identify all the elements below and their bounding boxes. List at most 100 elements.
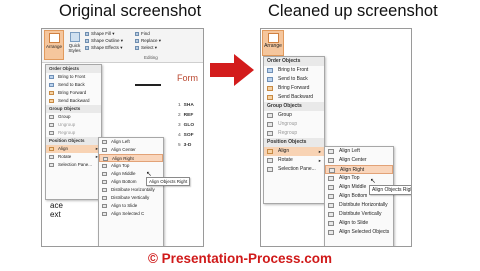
list-item: 2 REF xyxy=(178,113,194,118)
caption-cleaned: Cleaned up screenshot xyxy=(268,2,438,20)
bring-to-front-item[interactable]: Bring to Front xyxy=(264,66,324,75)
group-item[interactable]: Group xyxy=(264,111,324,120)
order-objects-header: Order Objects xyxy=(264,57,324,66)
send-to-back-item[interactable]: Send to Back xyxy=(46,81,101,89)
align-bottom-icon xyxy=(328,194,334,199)
position-objects-header: Position Objects xyxy=(264,138,324,147)
document-rule xyxy=(135,84,161,86)
send-backward-icon xyxy=(267,95,273,100)
bring-to-front-item[interactable]: Bring to Front xyxy=(46,73,101,81)
quick-styles-button[interactable]: Quick Styles xyxy=(66,30,83,60)
shape-effects-button[interactable]: Shape Effects ▾ xyxy=(85,44,129,51)
arrange-label: Arrange xyxy=(45,44,62,49)
selection-pane-item[interactable]: Selection Pane... xyxy=(264,165,324,174)
shape-commands: Shape Fill ▾ Shape Outline ▾ Shape Effec… xyxy=(85,30,129,51)
original-screenshot-panel: Arrange Quick Styles Shape Fill ▾ Shape … xyxy=(41,28,204,247)
align-bottom-icon xyxy=(102,180,107,184)
align-right-icon xyxy=(329,168,335,173)
rotate-item[interactable]: Rotate ▸ xyxy=(46,153,101,161)
send-backward-item[interactable]: Send Backward xyxy=(46,97,101,105)
align-to-slide-item[interactable]: Align to Slide xyxy=(325,219,393,228)
arrange-menu: Order Objects Bring to Front Send to Bac… xyxy=(45,64,102,200)
align-submenu: Align Left Align Center Align Right Alig… xyxy=(324,146,394,246)
selection-pane-item[interactable]: Selection Pane... xyxy=(46,161,101,169)
rotate-item[interactable]: Rotate ▸ xyxy=(264,156,324,165)
selection-pane-icon xyxy=(267,167,273,172)
rotate-icon xyxy=(49,155,54,159)
send-to-back-icon xyxy=(49,83,54,87)
document-bottom-text: ace ext xyxy=(50,201,63,219)
align-middle-icon xyxy=(328,185,334,190)
regroup-icon xyxy=(49,131,54,135)
send-to-back-item[interactable]: Send to Back xyxy=(264,75,324,84)
list-item: 1 SHA xyxy=(178,103,194,108)
align-selected-objects-item[interactable]: Align Selected Objects xyxy=(325,228,393,237)
quick-styles-label: Quick Styles xyxy=(68,43,81,53)
bring-forward-item[interactable]: Bring Forward xyxy=(264,84,324,93)
bring-forward-icon xyxy=(267,86,273,91)
find-button[interactable]: Find xyxy=(135,30,171,37)
order-objects-header: Order Objects xyxy=(46,65,101,73)
group-item[interactable]: Group xyxy=(46,113,101,121)
distribute-vertically-icon xyxy=(102,196,107,200)
distribute-vertically-item[interactable]: Distribute Vertically xyxy=(99,194,163,202)
editing-group-label: Editing xyxy=(144,55,158,60)
replace-button[interactable]: Replace ▾ xyxy=(135,37,171,44)
chevron-right-icon: ▸ xyxy=(318,149,321,154)
align-left-item[interactable]: Align Left xyxy=(325,147,393,156)
ungroup-item[interactable]: Ungroup xyxy=(46,121,101,129)
select-icon xyxy=(135,45,139,50)
select-button[interactable]: Select ▾ xyxy=(135,44,171,51)
align-top-item[interactable]: Align Top xyxy=(325,174,393,183)
distribute-horizontally-icon xyxy=(102,188,107,192)
bring-forward-item[interactable]: Bring Forward xyxy=(46,89,101,97)
checkmark-icon xyxy=(328,230,334,235)
align-item[interactable]: Align ▸ xyxy=(264,147,324,156)
shape-outline-button[interactable]: Shape Outline ▾ xyxy=(85,37,129,44)
align-center-item[interactable]: Align Center xyxy=(99,146,163,154)
bottom-line-1: ace xyxy=(50,201,63,210)
distribute-horizontally-item[interactable]: Distribute Horizontally xyxy=(325,201,393,210)
align-to-slide-item[interactable]: Align to Slide xyxy=(99,202,163,210)
select-label: Select xyxy=(141,45,154,50)
regroup-item[interactable]: Regroup xyxy=(46,129,101,137)
align-center-item[interactable]: Align Center xyxy=(325,156,393,165)
group-icon xyxy=(267,113,273,118)
group-objects-header: Group Objects xyxy=(46,105,101,113)
group-objects-header: Group Objects xyxy=(264,102,324,111)
distribute-vertically-item[interactable]: Distribute Vertically xyxy=(325,210,393,219)
caption-original: Original screenshot xyxy=(59,2,202,20)
editing-commands: Find Replace ▾ Select ▾ xyxy=(135,30,171,51)
distribute-horizontally-icon xyxy=(328,203,334,208)
rotate-icon xyxy=(267,158,273,163)
align-right-item[interactable]: Align Right xyxy=(99,154,163,162)
shape-outline-label: Shape Outline xyxy=(91,38,120,43)
chevron-right-icon: ▸ xyxy=(318,158,321,163)
bottom-line-2: ext xyxy=(50,210,61,219)
find-label: Find xyxy=(141,31,150,36)
align-top-item[interactable]: Align Top xyxy=(99,162,163,170)
align-item[interactable]: Align ▸ xyxy=(46,145,101,153)
document-heading: Form xyxy=(177,73,198,83)
send-backward-item[interactable]: Send Backward xyxy=(264,93,324,102)
distribute-horizontally-item[interactable]: Distribute Horizontally xyxy=(99,186,163,194)
replace-label: Replace xyxy=(141,38,158,43)
ungroup-item[interactable]: Ungroup xyxy=(264,120,324,129)
regroup-item[interactable]: Regroup xyxy=(264,129,324,138)
align-selected-item[interactable]: Align Selected C xyxy=(99,210,163,218)
group-icon xyxy=(49,115,54,119)
align-left-item[interactable]: Align Left xyxy=(99,138,163,146)
find-icon xyxy=(135,31,139,36)
shape-fill-button[interactable]: Shape Fill ▾ xyxy=(85,30,129,37)
align-right-item[interactable]: Align Right xyxy=(325,165,393,174)
shape-fill-label: Shape Fill xyxy=(91,31,112,36)
arrange-button[interactable]: Arrange xyxy=(44,30,64,60)
bring-to-front-icon xyxy=(267,68,273,73)
arrange-button[interactable]: Arrange xyxy=(262,30,284,56)
ungroup-icon xyxy=(49,123,54,127)
shape-effects-icon xyxy=(85,45,89,50)
bring-forward-icon xyxy=(49,91,54,95)
arrange-menu: Order Objects Bring to Front Send to Bac… xyxy=(263,56,325,204)
shape-effects-label: Shape Effects xyxy=(91,45,119,50)
align-top-icon xyxy=(102,164,107,168)
